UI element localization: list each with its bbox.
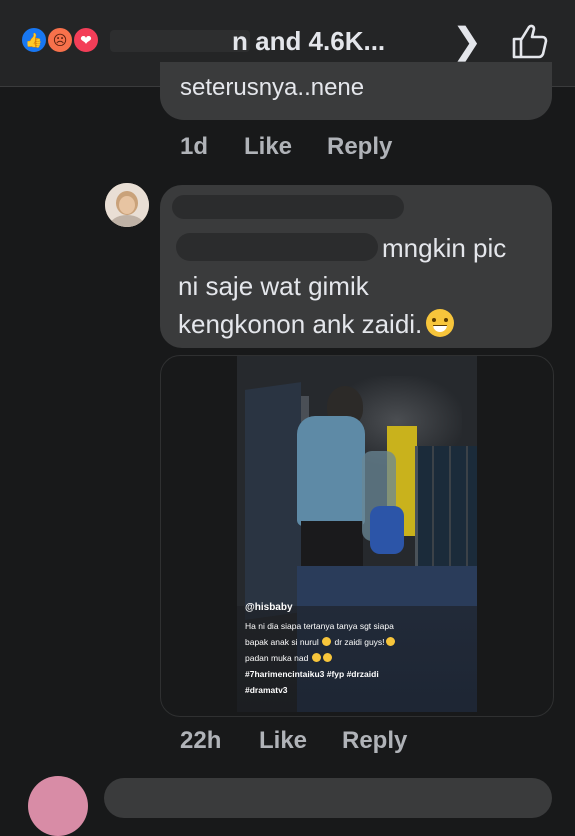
redacted-name [110, 30, 250, 52]
bag [370, 506, 404, 554]
door [245, 382, 301, 620]
comment-time: 1d [180, 133, 209, 160]
avatar[interactable] [28, 776, 88, 836]
comment-bubble: mngkin pic ni saje wat gimik kengkonon a… [160, 185, 552, 348]
chevron-right-icon[interactable]: ❯ [452, 20, 482, 62]
comment-time: 22h [180, 727, 222, 754]
emoji-icon [385, 637, 395, 646]
caption-line: Ha ni dia siapa tertanya tanya sgt siapa [245, 621, 394, 631]
caption-hashtags: #7harimencintaiku3 #fyp #drzaidi [245, 669, 379, 679]
comment-line: mngkin pic [382, 233, 507, 263]
avatar-image [105, 183, 149, 227]
comment-line: ni saje wat gimik [178, 271, 369, 301]
reaction-icons[interactable]: 👍 ☹ ❤ [20, 26, 110, 54]
emoji-icon [311, 653, 321, 662]
avatar[interactable] [105, 183, 149, 227]
emoji-icon [322, 637, 332, 646]
caption-line: padan muka nad [245, 650, 471, 666]
thumbs-up-icon[interactable] [508, 22, 548, 62]
like-button[interactable]: Like [259, 727, 307, 755]
comment-line: kengkonon ank zaidi. [178, 309, 455, 340]
grinning-sweat-emoji-icon [426, 309, 455, 337]
caption-line: bapak anak si nurul dr zaidi guys! [245, 634, 471, 650]
reactor-summary[interactable]: n and 4.6K... [232, 26, 385, 57]
video-caption: @hisbaby Ha ni dia siapa tertanya tanya … [245, 600, 471, 698]
comment-bubble: seterusnya..nene [160, 62, 552, 120]
video-screenshot[interactable]: @hisbaby Ha ni dia siapa tertanya tanya … [237, 356, 477, 712]
like-reaction-icon: 👍 [20, 26, 48, 54]
angry-reaction-icon: ☹ [46, 26, 74, 54]
caption-hashtags: #dramatv3 [245, 685, 288, 695]
comment-line-text: kengkonon ank zaidi. [178, 309, 423, 339]
reply-button[interactable]: Reply [342, 727, 407, 755]
redacted-author-name [172, 195, 404, 219]
caption-handle: @hisbaby [245, 602, 293, 613]
reply-button[interactable]: Reply [327, 133, 392, 161]
like-button[interactable]: Like [244, 133, 292, 161]
comment-text: seterusnya..nene [180, 74, 365, 101]
comment-attachment[interactable]: @hisbaby Ha ni dia siapa tertanya tanya … [160, 355, 554, 717]
emoji-icon [322, 653, 332, 662]
love-reaction-icon: ❤ [72, 26, 100, 54]
comment-bubble [104, 778, 552, 818]
redacted-mention [176, 233, 378, 261]
person [297, 416, 365, 526]
